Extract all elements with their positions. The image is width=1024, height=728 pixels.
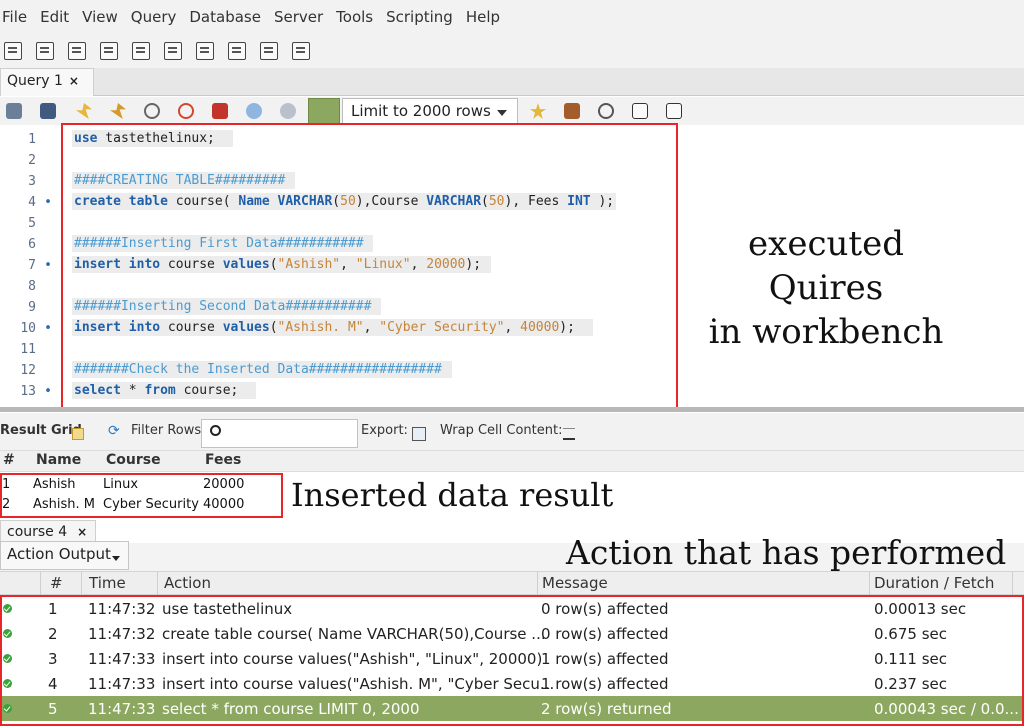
column-divider xyxy=(537,571,538,595)
line-number: 2 xyxy=(28,153,36,168)
tab-course-4-label: course 4 xyxy=(7,524,68,540)
annotation-executed-queries-line1: executed Quires xyxy=(748,224,904,308)
limit-rows-select[interactable]: Limit to 2000 rows xyxy=(342,98,518,125)
action-output-label: Action Output xyxy=(7,545,111,563)
column-divider xyxy=(81,571,82,595)
filter-rows-label: Filter Rows: xyxy=(131,423,206,438)
find-icon[interactable] xyxy=(598,103,614,119)
beautify-icon[interactable] xyxy=(564,103,580,119)
line-number: 3 xyxy=(28,174,36,189)
output-header xyxy=(0,571,1024,595)
tab-query-1[interactable]: Query 1 × xyxy=(0,68,94,96)
line-number-gutter: 1 2 3 4 5 6 7 8 9 10 11 12 13 xyxy=(0,125,62,408)
line-number: 10 xyxy=(0,321,62,336)
open-sql-script-icon[interactable] xyxy=(36,42,54,60)
create-procedure-icon[interactable] xyxy=(196,42,214,60)
grid-header-name[interactable]: Name xyxy=(36,452,81,468)
chevron-down-icon xyxy=(112,556,120,561)
close-tab-icon[interactable]: × xyxy=(69,74,79,88)
error-toggle-icon[interactable] xyxy=(212,103,228,119)
export-icon[interactable] xyxy=(412,427,426,441)
actions-highlight-box xyxy=(0,595,1024,726)
annotation-inserted-data: Inserted data result xyxy=(291,476,614,514)
grid-header-fees[interactable]: Fees xyxy=(205,452,241,468)
output-header-time[interactable]: Time xyxy=(89,574,126,592)
chevron-down-icon xyxy=(497,110,507,116)
menu-server[interactable]: Server xyxy=(274,8,323,26)
invisible-chars-icon[interactable] xyxy=(632,103,648,119)
explain-icon[interactable] xyxy=(144,103,160,119)
open-file-icon[interactable] xyxy=(6,103,22,119)
create-schema-icon[interactable] xyxy=(100,42,118,60)
grid-icon[interactable] xyxy=(72,428,84,440)
menu-database[interactable]: Database xyxy=(189,8,261,26)
line-number: 9 xyxy=(28,300,36,315)
line-number: 12 xyxy=(20,363,36,378)
menu-query[interactable]: Query xyxy=(131,8,177,26)
rollback-icon[interactable] xyxy=(280,103,296,119)
queries-highlight-box xyxy=(61,123,678,412)
column-divider xyxy=(157,571,158,595)
tab-query-1-label: Query 1 xyxy=(7,73,63,89)
close-tab-icon[interactable]: × xyxy=(77,525,87,539)
limit-rows-value: Limit to 2000 rows xyxy=(351,102,491,120)
line-number: 11 xyxy=(20,342,36,357)
search-table-data-icon[interactable] xyxy=(260,42,278,60)
menu-view[interactable]: View xyxy=(82,8,118,26)
line-number: 7 xyxy=(0,258,62,273)
create-table-icon[interactable] xyxy=(132,42,150,60)
grid-header-index[interactable]: # xyxy=(3,452,15,468)
menu-edit[interactable]: Edit xyxy=(40,8,69,26)
annotation-executed-queries: executed Quires in workbench xyxy=(686,222,966,354)
main-toolbar xyxy=(0,34,1024,68)
word-wrap-icon[interactable] xyxy=(666,103,682,119)
menu-bar: File Edit View Query Database Server Too… xyxy=(0,0,1024,34)
inspector-icon[interactable] xyxy=(68,42,86,60)
output-header-action[interactable]: Action xyxy=(164,574,211,592)
action-output-select[interactable]: Action Output xyxy=(0,541,129,570)
menu-tools[interactable]: Tools xyxy=(336,8,373,26)
create-view-icon[interactable] xyxy=(164,42,182,60)
wrap-cell-label: Wrap Cell Content: xyxy=(440,423,563,438)
wrap-cell-icon[interactable] xyxy=(563,428,575,440)
annotation-actions: Action that has performed xyxy=(566,533,1007,572)
filter-rows-input[interactable] xyxy=(201,419,358,448)
refresh-icon[interactable]: ⟳ xyxy=(108,423,120,439)
line-number: 6 xyxy=(28,237,36,252)
save-icon[interactable] xyxy=(40,103,56,119)
line-number: 5 xyxy=(28,216,36,231)
new-sql-tab-icon[interactable] xyxy=(4,42,22,60)
line-number: 13 xyxy=(0,384,62,399)
line-number: 8 xyxy=(28,279,36,294)
menu-scripting[interactable]: Scripting xyxy=(386,8,453,26)
output-header-index[interactable]: # xyxy=(50,574,63,592)
commit-icon[interactable] xyxy=(246,103,262,119)
column-divider xyxy=(40,571,41,595)
annotation-executed-queries-line2: in workbench xyxy=(708,312,944,352)
line-number: 4 xyxy=(0,195,62,210)
stop-icon[interactable] xyxy=(178,103,194,119)
column-divider xyxy=(1012,571,1013,595)
grid-header-course[interactable]: Course xyxy=(106,452,161,468)
search-icon xyxy=(210,425,221,436)
menu-file[interactable]: File xyxy=(2,8,27,26)
menu-help[interactable]: Help xyxy=(466,8,500,26)
auto-commit-button[interactable] xyxy=(308,98,340,125)
column-divider xyxy=(869,571,870,595)
output-header-message[interactable]: Message xyxy=(542,574,608,592)
line-number: 1 xyxy=(28,132,36,147)
panel-splitter[interactable] xyxy=(0,407,1024,412)
export-label: Export: xyxy=(361,423,408,438)
result-grid-label[interactable]: Result Grid xyxy=(0,423,82,438)
reconnect-icon[interactable] xyxy=(292,42,310,60)
inserted-data-highlight-box xyxy=(0,473,283,518)
create-function-icon[interactable] xyxy=(228,42,246,60)
query-tab-strip xyxy=(0,68,1024,96)
output-header-duration[interactable]: Duration / Fetch xyxy=(874,574,994,592)
